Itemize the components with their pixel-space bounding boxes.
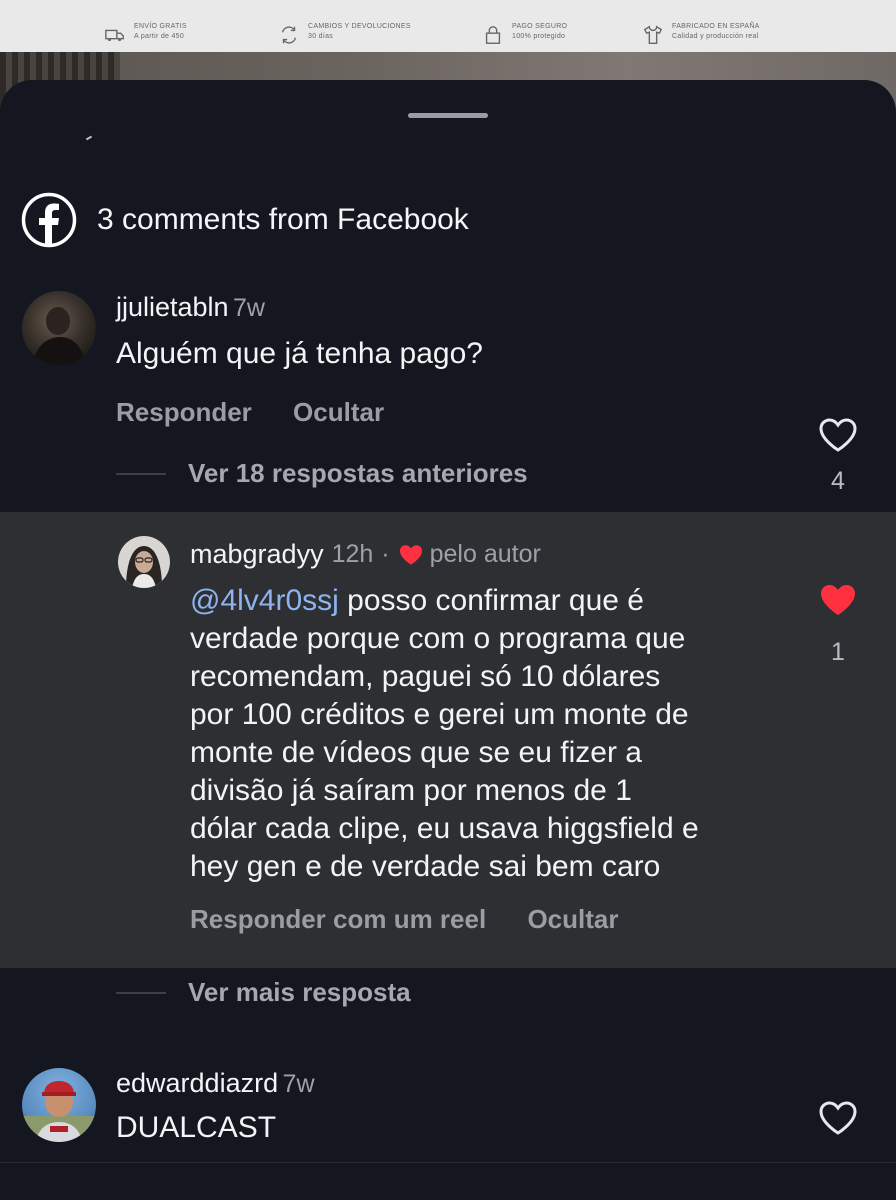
reply-text-line: dólar cada clipe, eu usava higgsfield e — [190, 812, 699, 845]
avatar[interactable] — [118, 536, 170, 588]
reply-text-line: divisão já saíram por menos de 1 — [190, 774, 632, 807]
comment-username[interactable]: jjulietabln — [116, 292, 229, 322]
feature-title: PAGO SEGURO — [512, 23, 568, 30]
comments-sheet[interactable]: 3 comments from Facebook jjulietabln 7w … — [0, 80, 896, 1200]
comments-count-title: 3 comments from Facebook — [97, 203, 469, 236]
comment-text: DUALCAST — [116, 1111, 277, 1144]
heart-filled-icon — [821, 585, 855, 615]
comment-time: 7w — [282, 1070, 315, 1098]
heart-outline-icon — [819, 1101, 857, 1135]
feature-title: FABRICADO EN ESPAÑA — [672, 23, 760, 30]
hide-button[interactable]: Ocultar — [527, 904, 618, 934]
feature-returns: CAMBIOS Y DEVOLUCIONES 30 días — [278, 22, 411, 46]
tshirt-icon — [643, 25, 663, 44]
view-previous-replies-label[interactable]: Ver 18 respostas anteriores — [188, 458, 528, 489]
reply-text-line: por 100 créditos e gerei um monte de — [190, 698, 689, 731]
sheet-divider — [0, 1162, 896, 1163]
decorative-mark — [85, 135, 93, 141]
reply-with-reel-button[interactable]: Responder com um reel — [190, 904, 486, 934]
reply-text-line: recomendam, paguei só 10 dólares — [190, 660, 661, 693]
feature-subtitle: A partir de 450 — [134, 33, 185, 40]
feature-made-in-spain: FABRICADO EN ESPAÑA Calidad y producción … — [642, 22, 760, 46]
feature-title: ENVÍO GRATIS — [134, 23, 187, 30]
reply-actions: Responder com um reel Ocultar — [190, 904, 652, 935]
like-count: 1 — [831, 638, 845, 666]
highlighted-reply: mabgradyy 12h · pelo autor @4lv4r0ssj po… — [0, 512, 896, 968]
reply-thread-line — [116, 991, 166, 994]
author-heart-icon — [399, 544, 422, 565]
feature-subtitle: 100% protegido — [512, 33, 566, 40]
reply-text-line: monte de vídeos que se eu fizer a — [190, 736, 642, 769]
like-count: 4 — [831, 467, 845, 495]
view-more-replies-label[interactable]: Ver mais resposta — [188, 977, 411, 1008]
meta-separator: · — [381, 540, 390, 568]
like-button[interactable]: 4 — [818, 417, 858, 496]
reply-text-line: verdade porque com o programa que — [190, 622, 686, 655]
background-site-strip: ENVÍO GRATIS A partir de 450 CAMBIOS Y DE… — [0, 0, 896, 52]
facebook-icon — [21, 192, 77, 248]
comment-time: 7w — [233, 294, 265, 322]
liked-by-author-label: pelo autor — [429, 540, 541, 568]
reply-text-line: posso confirmar que é — [338, 584, 644, 617]
reply-button[interactable]: Responder — [116, 397, 252, 427]
feature-subtitle: 30 días — [308, 33, 334, 40]
like-button[interactable] — [818, 1100, 858, 1136]
reply-thread-line — [116, 472, 166, 475]
feature-subtitle: Calidad y producción real — [672, 33, 759, 40]
feature-shipping: ENVÍO GRATIS A partir de 450 — [104, 22, 187, 46]
feature-title: CAMBIOS Y DEVOLUCIONES — [308, 23, 411, 30]
reply-time: 12h — [331, 540, 374, 568]
heart-outline-icon — [819, 418, 857, 452]
comment-username[interactable]: edwarddiazrd — [116, 1068, 278, 1098]
comment-text: Alguém que já tenha pago? — [116, 337, 483, 370]
lock-icon — [485, 26, 501, 44]
user-mention[interactable]: @4lv4r0ssj — [190, 584, 339, 617]
avatar[interactable] — [22, 291, 96, 365]
reply-text-line: hey gen e de verdade sai bem caro — [190, 850, 661, 883]
comment-actions: Responder Ocultar — [116, 397, 418, 428]
hide-button[interactable]: Ocultar — [293, 397, 384, 427]
sheet-drag-handle[interactable] — [408, 113, 488, 118]
comments-header: 3 comments from Facebook — [21, 192, 469, 248]
view-more-replies[interactable]: Ver mais resposta — [116, 977, 411, 1008]
like-button[interactable]: 1 — [818, 582, 858, 667]
view-previous-replies[interactable]: Ver 18 respostas anteriores — [116, 458, 528, 489]
reply-text: @4lv4r0ssj posso confirmar que é verdade… — [190, 582, 790, 886]
avatar[interactable] — [22, 1068, 96, 1142]
feature-payment: PAGO SEGURO 100% protegido — [482, 22, 567, 46]
truck-icon — [105, 29, 124, 42]
reply-username[interactable]: mabgradyy — [190, 539, 324, 570]
return-arrows-icon — [281, 26, 297, 44]
